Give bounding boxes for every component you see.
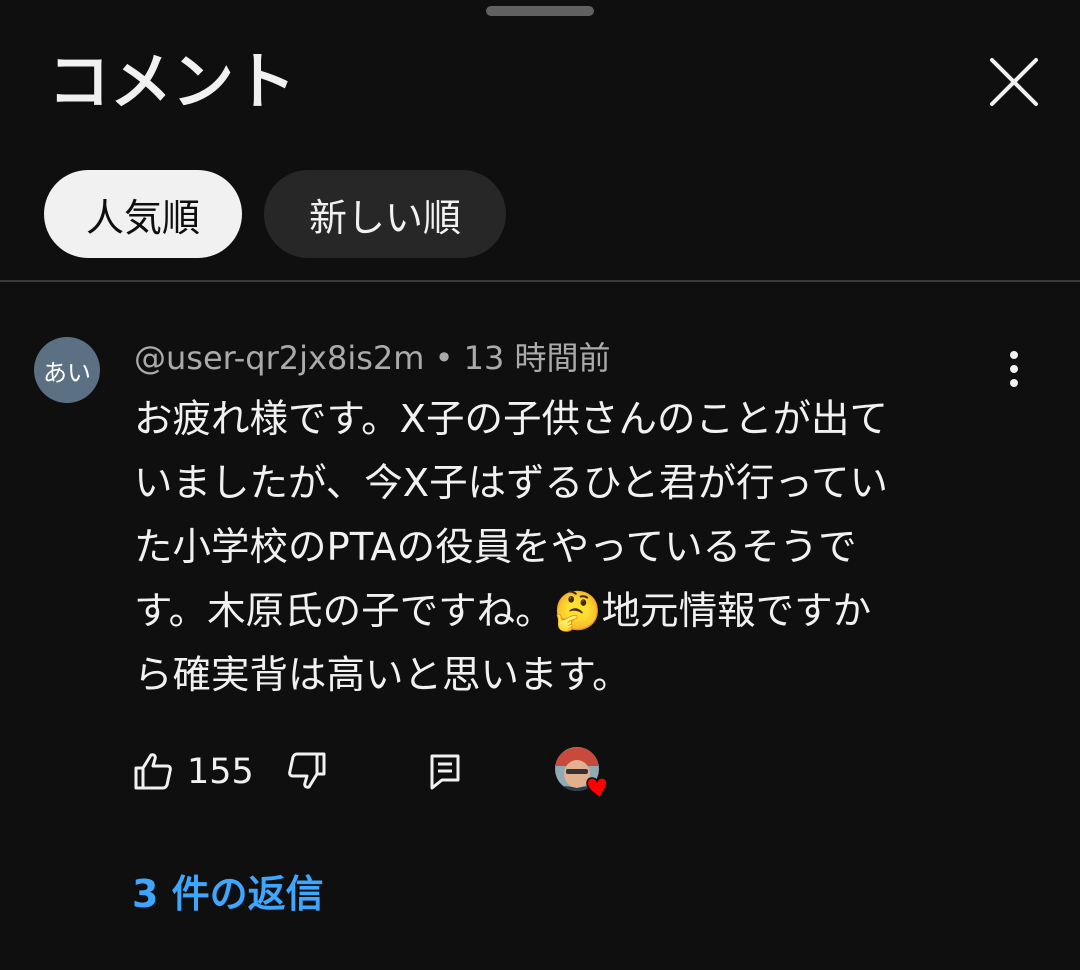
comment-text: お疲れ様です。X子の子供さんのことが出て いましたが、今X子はずるひと君が行って… xyxy=(134,388,1014,708)
thumbs-up-icon xyxy=(134,753,172,790)
like-button[interactable] xyxy=(132,748,174,794)
comment-line: す。木原氏の子ですね。🤔地元情報ですか xyxy=(134,589,872,634)
close-button[interactable] xyxy=(982,50,1046,114)
avatar[interactable]: あい xyxy=(34,337,100,403)
like-count: 155 xyxy=(187,752,254,792)
more-vert-icon xyxy=(1010,351,1018,387)
sort-chip-popular[interactable]: 人気順 xyxy=(44,170,242,258)
comment-line: ら確実背は高いと思います。 xyxy=(134,653,631,698)
reply-button[interactable] xyxy=(428,748,464,794)
sort-chip-newest[interactable]: 新しい順 xyxy=(264,170,506,258)
creator-heart[interactable] xyxy=(554,746,614,800)
avatar-initials: あい xyxy=(43,358,91,387)
comment-line: た小学校のPTAの役員をやっているそうで xyxy=(134,525,857,570)
panel-title: コメント xyxy=(48,45,297,118)
comment-line: いましたが、今X子はずるひと君が行ってい xyxy=(134,461,889,506)
close-icon xyxy=(990,58,1038,106)
drag-handle[interactable] xyxy=(486,6,594,16)
comment-line: お疲れ様です。X子の子供さんのことが出て xyxy=(134,397,889,442)
thumbs-down-icon xyxy=(288,752,326,789)
dislike-button[interactable] xyxy=(286,748,328,794)
comment-meta: @user-qr2jx8is2m • 13 時間前 xyxy=(134,334,611,382)
comment-username[interactable]: @user-qr2jx8is2m xyxy=(134,339,424,377)
view-replies-link[interactable]: 3 件の返信 xyxy=(132,864,324,924)
divider xyxy=(0,280,1080,282)
comment-icon xyxy=(430,754,460,790)
comment-time[interactable]: 13 時間前 xyxy=(464,339,611,377)
more-options-button[interactable] xyxy=(992,344,1036,394)
creator-heart-icon xyxy=(555,747,608,800)
meta-separator: • xyxy=(434,339,454,377)
